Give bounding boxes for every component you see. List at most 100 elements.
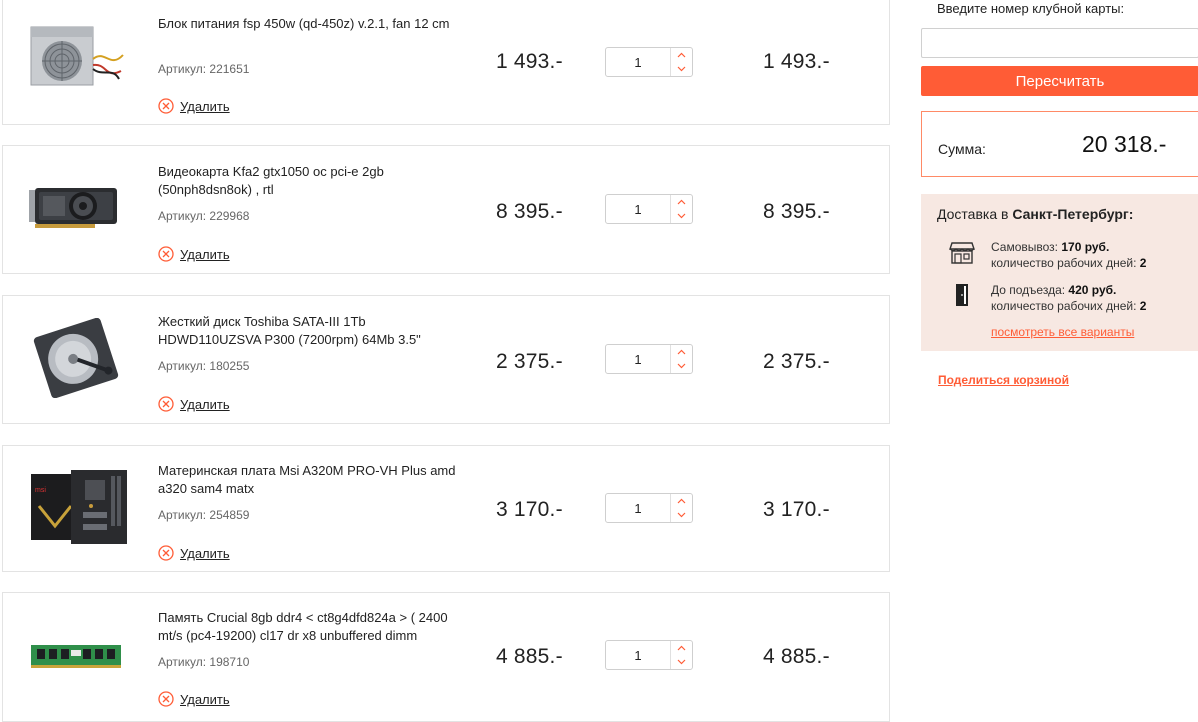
see-all-delivery-link[interactable]: посмотреть все варианты (991, 325, 1134, 339)
delivery-title: Доставка в Санкт-Петербург: (937, 206, 1133, 222)
quantity-increase-button[interactable] (671, 195, 692, 209)
product-name[interactable]: Материнская плата Msi A320M PRO-VH Plus … (158, 462, 468, 498)
quantity-decrease-button[interactable] (671, 209, 692, 223)
remove-icon (158, 98, 174, 114)
line-total: 2 375.- (763, 350, 830, 373)
door-days-label: количество рабочих дней: (991, 299, 1137, 313)
sum-value: 20 318.- (1082, 131, 1167, 157)
cart-item: msi Материнская плата Msi A320M PRO-VH P… (2, 445, 890, 572)
unit-price: 1 493.- (496, 50, 563, 73)
pickup-days: 2 (1139, 256, 1147, 270)
remove-label: Удалить (180, 246, 230, 262)
chevron-up-icon (677, 52, 686, 58)
quantity-stepper (605, 47, 693, 77)
door-icon (949, 282, 975, 308)
delivery-city[interactable]: Санкт-Петербург: (1012, 206, 1133, 222)
quantity-stepper (605, 344, 693, 374)
cart-item: Видеокарта Kfa2 gtx1050 oc pci-e 2gb (50… (2, 145, 890, 274)
share-cart-link[interactable]: Поделиться корзиной (938, 373, 1069, 387)
club-card-input[interactable] (921, 28, 1198, 58)
door-price: 420 руб. (1068, 283, 1117, 297)
cart-item: Память Crucial 8gb ddr4 < ct8g4dfd824a >… (2, 592, 890, 722)
chevron-down-icon (677, 363, 686, 369)
chevron-down-icon (677, 213, 686, 219)
quantity-input[interactable] (606, 345, 670, 373)
pickup-price: 170 руб. (1061, 240, 1110, 254)
product-sku: Артикул: 254859 (158, 508, 250, 522)
store-icon (949, 239, 975, 265)
line-total: 1 493.- (763, 50, 830, 73)
remove-icon (158, 691, 174, 707)
remove-item-button[interactable]: Удалить (158, 545, 230, 561)
chevron-up-icon (677, 645, 686, 651)
quantity-stepper (605, 493, 693, 523)
product-sku: Артикул: 180255 (158, 359, 250, 373)
quantity-stepper (605, 194, 693, 224)
sum-label: Сумма: (938, 141, 986, 157)
delivery-option-door: До подъезда: 420 руб. количество рабочих… (991, 282, 1146, 314)
product-sku: Артикул: 229968 (158, 209, 250, 223)
product-name[interactable]: Память Crucial 8gb ddr4 < ct8g4dfd824a >… (158, 609, 468, 645)
product-name[interactable]: Видеокарта Kfa2 gtx1050 oc pci-e 2gb (50… (158, 163, 468, 199)
quantity-increase-button[interactable] (671, 345, 692, 359)
unit-price: 4 885.- (496, 645, 563, 668)
remove-label: Удалить (180, 545, 230, 561)
quantity-input[interactable] (606, 641, 670, 669)
quantity-decrease-button[interactable] (671, 359, 692, 373)
quantity-decrease-button[interactable] (671, 655, 692, 669)
remove-label: Удалить (180, 691, 230, 707)
remove-icon (158, 396, 174, 412)
remove-item-button[interactable]: Удалить (158, 98, 230, 114)
chevron-down-icon (677, 512, 686, 518)
delivery-panel: Доставка в Санкт-Петербург: Самовывоз: 1… (921, 194, 1198, 351)
remove-icon (158, 545, 174, 561)
product-sku: Артикул: 221651 (158, 62, 250, 76)
svg-text:msi: msi (35, 487, 46, 494)
delivery-option-pickup: Самовывоз: 170 руб. количество рабочих д… (991, 239, 1146, 271)
line-total: 4 885.- (763, 645, 830, 668)
unit-price: 3 170.- (496, 498, 563, 521)
quantity-decrease-button[interactable] (671, 508, 692, 522)
chevron-down-icon (677, 66, 686, 72)
product-image-gpu[interactable] (25, 166, 127, 246)
chevron-down-icon (677, 659, 686, 665)
remove-item-button[interactable]: Удалить (158, 246, 230, 262)
quantity-input[interactable] (606, 48, 670, 76)
chevron-up-icon (677, 498, 686, 504)
remove-label: Удалить (180, 396, 230, 412)
product-name[interactable]: Жесткий диск Toshiba SATA-III 1Tb HDWD11… (158, 313, 468, 349)
cart-item: Блок питания fsp 450w (qd-450z) v.2.1, f… (2, 0, 890, 125)
unit-price: 8 395.- (496, 200, 563, 223)
product-image-psu[interactable] (25, 19, 127, 99)
product-image-hdd[interactable] (25, 318, 127, 398)
club-card-label: Введите номер клубной карты: (937, 1, 1125, 16)
remove-item-button[interactable]: Удалить (158, 396, 230, 412)
quantity-input[interactable] (606, 195, 670, 223)
recalculate-button[interactable]: Пересчитать (921, 66, 1198, 96)
pickup-days-label: количество рабочих дней: (991, 256, 1137, 270)
delivery-title-prefix: Доставка в (937, 206, 1009, 222)
remove-label: Удалить (180, 98, 230, 114)
product-sku: Артикул: 198710 (158, 655, 250, 669)
chevron-up-icon (677, 199, 686, 205)
quantity-input[interactable] (606, 494, 670, 522)
order-sum-box: Сумма: 20 318.- (921, 111, 1198, 177)
quantity-decrease-button[interactable] (671, 62, 692, 76)
remove-icon (158, 246, 174, 262)
door-days: 2 (1139, 299, 1147, 313)
cart-item: Жесткий диск Toshiba SATA-III 1Tb HDWD11… (2, 295, 890, 424)
quantity-increase-button[interactable] (671, 641, 692, 655)
chevron-up-icon (677, 349, 686, 355)
line-total: 3 170.- (763, 498, 830, 521)
remove-item-button[interactable]: Удалить (158, 691, 230, 707)
quantity-stepper (605, 640, 693, 670)
door-label: До подъезда: (991, 283, 1066, 297)
line-total: 8 395.- (763, 200, 830, 223)
quantity-increase-button[interactable] (671, 48, 692, 62)
pickup-label: Самовывоз: (991, 240, 1059, 254)
unit-price: 2 375.- (496, 350, 563, 373)
product-image-ram[interactable] (25, 613, 127, 693)
quantity-increase-button[interactable] (671, 494, 692, 508)
product-name[interactable]: Блок питания fsp 450w (qd-450z) v.2.1, f… (158, 15, 468, 33)
product-image-motherboard[interactable]: msi (25, 466, 127, 546)
